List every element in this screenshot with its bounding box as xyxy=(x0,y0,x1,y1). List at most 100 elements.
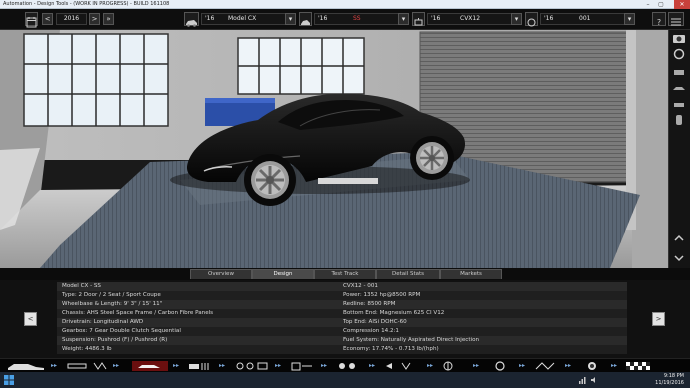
engine-icon xyxy=(412,12,425,26)
year-next-button[interactable]: > xyxy=(89,13,100,25)
drivetrain-icon[interactable] xyxy=(532,361,560,371)
step-arrow-icon: ▸▸ xyxy=(426,362,434,369)
windows-start-icon[interactable] xyxy=(4,375,14,385)
rotate-icon[interactable] xyxy=(672,48,686,60)
previous-button[interactable]: < xyxy=(24,312,37,326)
variant-icon xyxy=(525,12,538,27)
car-summary-field: Gearbox: 7 Gear Double Clutch Sequential xyxy=(62,328,181,334)
year-prev-button[interactable]: < xyxy=(42,13,53,25)
step-arrow-icon: ▸▸ xyxy=(274,362,282,369)
svg-text:?: ? xyxy=(657,18,661,27)
minimize-icon[interactable]: – xyxy=(642,0,654,9)
fan-icon[interactable] xyxy=(440,361,468,371)
chassis-icon[interactable] xyxy=(66,361,88,371)
step-arrow-icon: ▸▸ xyxy=(172,362,180,369)
chevron-up-icon[interactable] xyxy=(672,232,686,244)
car-side-view-icon[interactable] xyxy=(672,82,686,94)
step-arrow-icon: ▸▸ xyxy=(518,362,526,369)
tab-design[interactable]: Design xyxy=(252,269,314,279)
summary-row: Gearbox: 7 Gear Double Clutch Sequential… xyxy=(57,327,627,336)
chevron-down-icon[interactable]: ▾ xyxy=(624,13,635,25)
car-summary-field: Chassis: AHS Steel Space Frame / Carbon … xyxy=(62,310,214,316)
summary-row: Wheelbase & Length: 9' 3" / 15' 11" Redli… xyxy=(57,300,627,309)
car-rear-view-icon[interactable] xyxy=(672,98,686,110)
car-design-active-icon[interactable] xyxy=(132,361,168,371)
car-summary-field: Type: 2 Door / 2 Seat / Sport Coupe xyxy=(62,292,161,298)
window-title: Automation - Design Tools - (WORK IN PRO… xyxy=(3,1,170,7)
engine-block-icon[interactable] xyxy=(186,361,214,371)
model-year: '16 xyxy=(205,15,215,22)
trim-name: SS xyxy=(353,15,361,22)
exhaust-icon[interactable] xyxy=(336,361,364,371)
camera-control-rail xyxy=(668,30,690,268)
year-value: 2016 xyxy=(56,13,87,25)
summary-row: Model CX - SS CVX12 - 001 xyxy=(57,282,627,291)
step-arrow-icon: ▸▸ xyxy=(50,362,58,369)
trim-year: '16 xyxy=(318,15,328,22)
trim-select[interactable]: '16 SS xyxy=(314,13,408,25)
summary-row: Type: 2 Door / 2 Seat / Sport Coupe Power… xyxy=(57,291,627,300)
steering-wheel-icon[interactable] xyxy=(486,361,514,371)
volume-icon[interactable] xyxy=(590,376,598,384)
engine-year: '16 xyxy=(431,15,441,22)
car-summary-field: Model CX - SS xyxy=(62,283,101,289)
network-icon[interactable] xyxy=(578,376,586,384)
variant-name: 001 xyxy=(579,15,591,22)
engine-name: CVX12 xyxy=(460,15,481,22)
calendar-icon[interactable] xyxy=(25,12,38,28)
clock[interactable]: 9:18 PM 11/19/2016 xyxy=(655,373,684,387)
engine-parts-icon[interactable] xyxy=(234,361,270,371)
tab-test-track[interactable]: Test Track xyxy=(314,269,376,279)
variant-year: '16 xyxy=(544,15,554,22)
engine-summary-field: Power: 1352 hp@8500 RPM xyxy=(343,292,421,298)
engine-summary-field: Economy: 17.74% - 0.713 lb/(hph) xyxy=(343,346,439,352)
step-arrow-icon: ▸▸ xyxy=(472,362,480,369)
close-icon[interactable]: ✕ xyxy=(674,0,690,9)
fuel-system-icon[interactable] xyxy=(288,361,316,371)
engine-summary-field: Top End: AlSi DOHC-60 xyxy=(343,319,407,325)
next-button[interactable]: > xyxy=(652,312,665,326)
chevron-down-icon[interactable]: ▾ xyxy=(285,13,296,25)
car-3d-viewport[interactable] xyxy=(0,30,668,268)
summary-row: Weight: 4486.3 lb Economy: 17.74% - 0.713… xyxy=(57,345,627,354)
chevron-down-icon[interactable]: ▾ xyxy=(398,13,409,25)
window-titlebar: Automation - Design Tools - (WORK IN PRO… xyxy=(0,0,690,9)
step-arrow-icon: ▸▸ xyxy=(564,362,572,369)
engine-summary-field: CVX12 - 001 xyxy=(343,283,378,289)
os-taskbar: 9:18 PM 11/19/2016 xyxy=(0,372,690,388)
design-selector-bar: < 2016 > » '16 Model CX ▾ '16 SS ▾ '16 C… xyxy=(0,9,690,30)
wheel-icon[interactable] xyxy=(578,361,606,371)
help-icon[interactable]: ? xyxy=(652,12,666,27)
step-arrow-icon: ▸▸ xyxy=(218,362,226,369)
variant-select[interactable]: '16 001 xyxy=(540,13,634,25)
model-select[interactable]: '16 Model CX xyxy=(201,13,295,25)
step-arrow-icon: ▸▸ xyxy=(112,362,120,369)
car-front-view-icon[interactable] xyxy=(672,66,686,78)
menu-icon[interactable] xyxy=(668,12,684,26)
car-summary-field: Suspension: Pushrod (F) / Pushrod (R) xyxy=(62,337,168,343)
step-arrow-icon: ▸▸ xyxy=(320,362,328,369)
year-fast-forward-button[interactable]: » xyxy=(103,13,114,25)
engine-select[interactable]: '16 CVX12 xyxy=(427,13,521,25)
camera-icon[interactable] xyxy=(672,32,686,44)
info-tabs: Overview Design Test Track Detail Stats … xyxy=(0,268,690,280)
maximize-icon[interactable]: ▢ xyxy=(655,0,667,9)
chevron-down-icon[interactable]: ▾ xyxy=(511,13,522,25)
engine-summary-field: Fuel System: Naturally Aspirated Direct … xyxy=(343,337,480,343)
tab-detail-stats[interactable]: Detail Stats xyxy=(376,269,440,279)
summary-row: Drivetrain: Longitudinal AWD Top End: AlS… xyxy=(57,318,627,327)
checkered-flag-icon[interactable] xyxy=(624,361,656,371)
step-arrow-icon: ▸▸ xyxy=(368,362,376,369)
summary-table: Model CX - SS CVX12 - 001 Type: 2 Door / … xyxy=(57,282,627,356)
chevron-down-icon[interactable] xyxy=(672,252,686,264)
clock-date: 11/19/2016 xyxy=(655,380,684,386)
suspension-icon[interactable] xyxy=(92,361,108,371)
car-body-icon[interactable] xyxy=(6,361,46,371)
car-top-view-icon[interactable] xyxy=(672,114,686,126)
summary-row: Suspension: Pushrod (F) / Pushrod (R) Fue… xyxy=(57,336,627,345)
tuning-icon[interactable] xyxy=(382,361,422,371)
tab-overview[interactable]: Overview xyxy=(190,269,252,279)
engine-summary-field: Bottom End: Magnesium 625 CI V12 xyxy=(343,310,445,316)
tab-markets[interactable]: Markets xyxy=(440,269,502,279)
model-name: Model CX xyxy=(228,15,257,22)
